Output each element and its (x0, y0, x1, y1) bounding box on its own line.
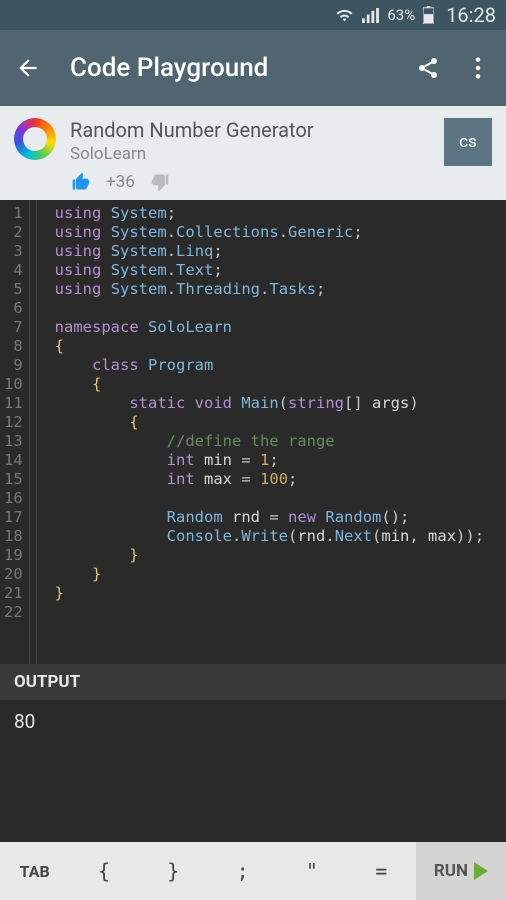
signal-icon (362, 8, 379, 23)
output-header: OUTPUT (0, 664, 506, 700)
run-label: RUN (434, 861, 468, 881)
status-time: 16:28 (446, 3, 496, 27)
code-area[interactable]: using System; using System.Collections.G… (36, 200, 484, 664)
key-quote[interactable]: " (277, 842, 346, 900)
project-author[interactable]: SoloLearn (70, 144, 430, 164)
status-bar: 63% 16:28 (0, 0, 506, 30)
upvote-icon[interactable] (70, 172, 92, 192)
downvote-icon[interactable] (149, 172, 171, 192)
overflow-menu-icon[interactable] (464, 54, 492, 82)
language-badge[interactable]: cs (444, 118, 492, 166)
key-left-brace[interactable]: { (69, 842, 138, 900)
app-bar: Code Playground (0, 30, 506, 106)
code-editor[interactable]: 12345678910111213141516171819202122 usin… (0, 200, 506, 664)
wifi-icon (335, 8, 354, 23)
battery-icon (423, 6, 434, 24)
key-right-brace[interactable]: } (139, 842, 208, 900)
battery-percent: 63% (387, 6, 415, 24)
project-info-bar: Random Number Generator SoloLearn +36 cs (0, 106, 506, 200)
share-icon[interactable] (414, 54, 442, 82)
vote-count: +36 (106, 172, 135, 192)
key-semicolon[interactable]: ; (208, 842, 277, 900)
line-gutter: 12345678910111213141516171819202122 (0, 200, 30, 664)
author-logo[interactable] (14, 118, 56, 160)
project-name: Random Number Generator (70, 118, 430, 142)
run-button[interactable]: RUN (416, 842, 506, 900)
key-tab[interactable]: TAB (0, 842, 69, 900)
play-icon (474, 862, 488, 880)
back-arrow-icon[interactable] (14, 54, 42, 82)
page-title: Code Playground (70, 53, 386, 83)
keyboard-shortcut-bar: TAB { } ; " = RUN (0, 842, 506, 900)
key-equals[interactable]: = (347, 842, 416, 900)
output-body: 80 (0, 700, 506, 842)
